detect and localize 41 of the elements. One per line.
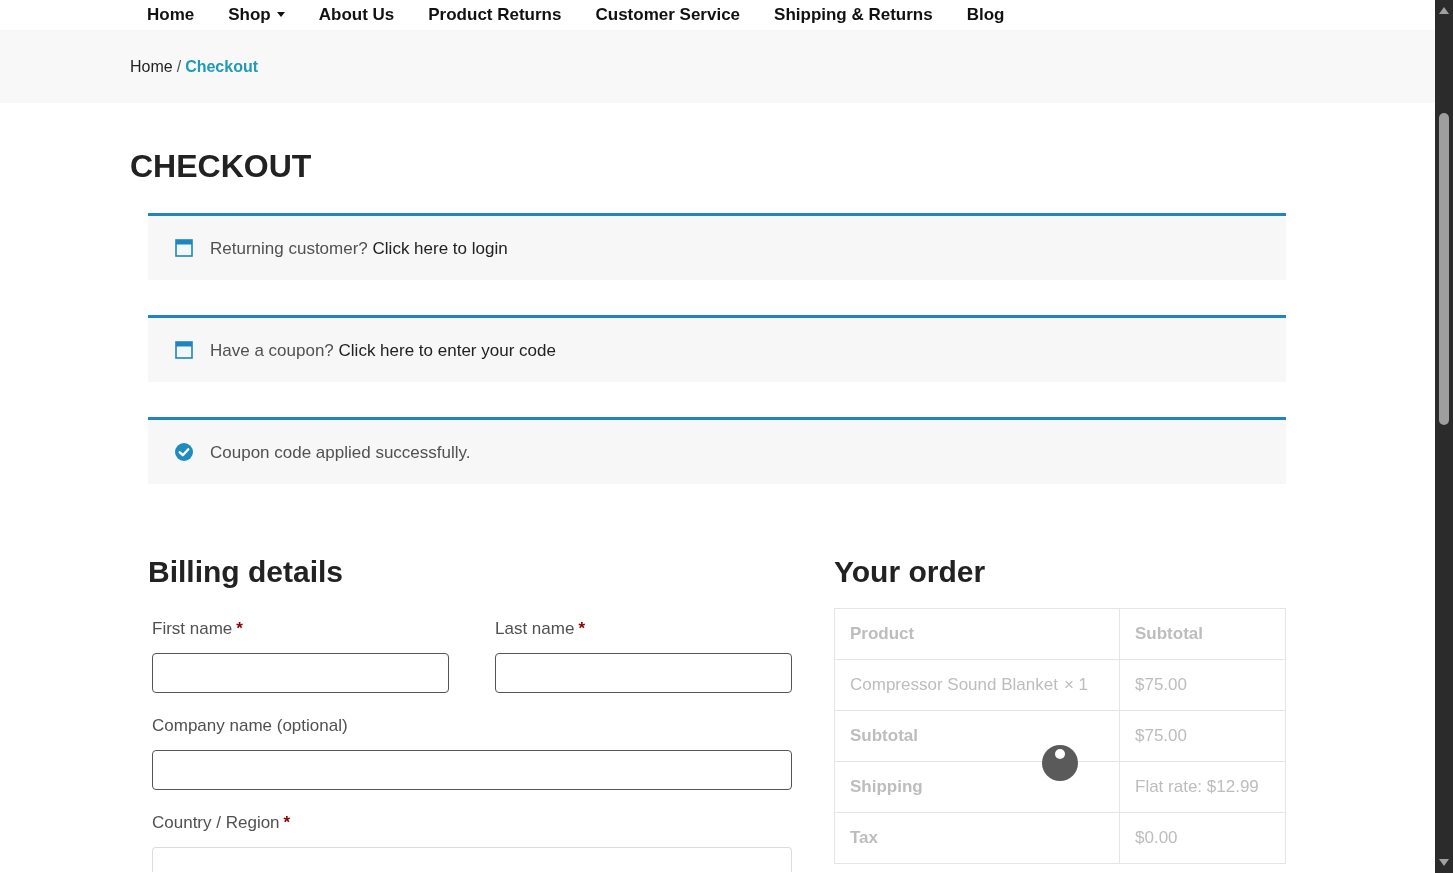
field-label: Country / Region xyxy=(152,812,280,835)
field-label: Company name (optional) xyxy=(152,715,348,738)
input-field[interactable] xyxy=(495,653,792,694)
table-cell: $75.00 xyxy=(1119,659,1286,711)
scroll-down-icon[interactable] xyxy=(1439,859,1449,866)
input-field[interactable] xyxy=(152,750,792,791)
nav-link[interactable]: Shipping & Returns xyxy=(774,4,933,26)
nav-link[interactable]: Customer Service xyxy=(595,4,741,26)
breadcrumb-link[interactable]: Home xyxy=(130,54,173,79)
section-title: Your order xyxy=(834,554,987,591)
row-header: Tax xyxy=(834,812,1120,864)
column-header: Subtotal xyxy=(1119,608,1286,660)
required-mark: * xyxy=(283,812,291,835)
notice-text: Have a coupon? Click here to enter your code xyxy=(210,339,556,362)
breadcrumb-separator: / xyxy=(176,56,182,77)
table-cell: $75.00 xyxy=(1119,710,1286,762)
notice-link[interactable]: Click here to enter your code xyxy=(338,340,556,360)
nav-link[interactable]: Shop xyxy=(228,4,285,26)
select-field[interactable] xyxy=(152,847,792,873)
nav-link[interactable]: Home xyxy=(147,4,195,26)
scrollbar-thumb[interactable] xyxy=(1439,113,1449,425)
page-title: CHECKOUT xyxy=(130,147,313,186)
product-name: Compressor Sound Blanket xyxy=(850,675,1058,695)
nav-link[interactable]: Blog xyxy=(966,4,1005,26)
product-quantity: × 1 xyxy=(1063,675,1088,695)
notice-text: Returning customer? Click here to login xyxy=(210,237,508,260)
section-title: Billing details xyxy=(148,554,345,591)
required-mark: * xyxy=(578,618,585,641)
field-label: First name xyxy=(152,618,233,641)
notice-text: Coupon code applied successfully. xyxy=(210,441,471,464)
scroll-up-icon[interactable] xyxy=(1439,7,1449,14)
table-cell: $0.00 xyxy=(1119,812,1286,864)
column-header: Product xyxy=(834,608,1120,660)
table-cell: Flat rate: $12.99 xyxy=(1119,761,1286,813)
input-field[interactable] xyxy=(152,653,449,694)
notice-link[interactable]: Click here to login xyxy=(372,238,508,258)
breadcrumb-current: Checkout xyxy=(185,56,259,77)
field-label: Last name xyxy=(495,618,575,641)
required-mark: * xyxy=(236,618,243,641)
nav-link[interactable]: Product Returns xyxy=(428,4,562,26)
nav-link[interactable]: About Us xyxy=(318,4,395,26)
